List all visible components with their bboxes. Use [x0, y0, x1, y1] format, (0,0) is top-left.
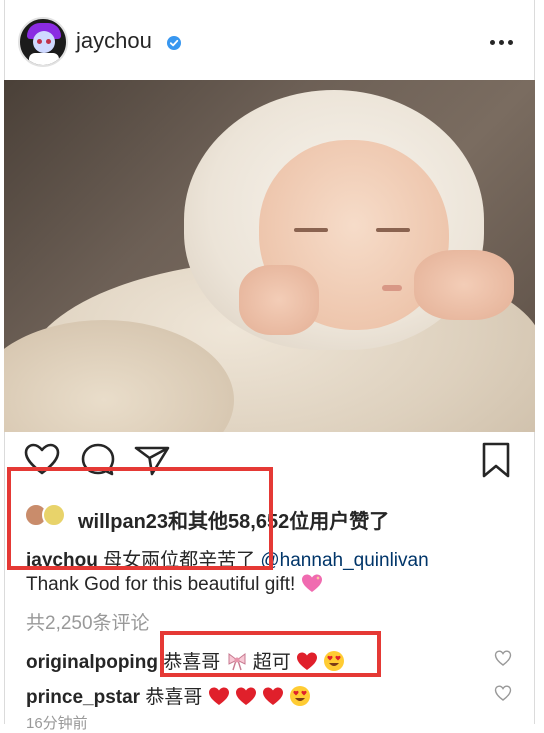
heart-eyes-emoji-icon: [324, 651, 345, 671]
comment-like-heart-icon[interactable]: [494, 684, 512, 702]
comment-text: 恭喜哥: [145, 687, 203, 708]
post-header: jaychou: [4, 0, 535, 84]
red-heart-icon: [263, 687, 284, 705]
more-options-icon[interactable]: [490, 40, 513, 45]
post-username[interactable]: jaychou: [76, 28, 152, 54]
likers-avatars[interactable]: [24, 503, 74, 529]
red-heart-icon: [208, 687, 229, 705]
caption-line-1: jaychou 母女兩位都辛苦了 @hannah_quinlivan: [26, 545, 429, 572]
comment-text-2: 超可: [252, 652, 291, 673]
share-icon[interactable]: [132, 440, 172, 480]
likes-text[interactable]: willpan23和其他58,652位用户赞了: [78, 505, 389, 534]
heart-icon[interactable]: [22, 440, 62, 480]
verified-badge-icon: [167, 36, 181, 50]
comment-text: 恭喜哥: [163, 652, 221, 673]
caption-text: 母女兩位都辛苦了: [103, 550, 256, 571]
comment-username[interactable]: prince_pstar: [26, 687, 140, 708]
bookmark-icon[interactable]: [476, 440, 516, 480]
comment-row: prince_pstar 恭喜哥: [26, 682, 311, 709]
comment-icon[interactable]: [78, 440, 118, 480]
red-heart-icon: [235, 687, 256, 705]
comment-row: originalpoping 恭喜哥 超可: [26, 647, 345, 674]
profile-avatar[interactable]: [18, 17, 68, 67]
post-photo[interactable]: [4, 80, 535, 432]
liker-avatar: [42, 503, 66, 527]
comment-like-heart-icon[interactable]: [494, 649, 512, 667]
red-heart-icon: [297, 652, 318, 670]
post-timestamp: 16分钟前: [26, 715, 88, 732]
comment-username[interactable]: originalpoping: [26, 652, 158, 673]
caption-line-2-text: Thank God for this beautiful gift!: [26, 574, 296, 595]
ribbon-emoji-icon: [228, 653, 246, 671]
view-all-comments[interactable]: 共2,250条评论: [26, 608, 150, 635]
action-bar: [4, 440, 535, 490]
sparkling-heart-icon: [301, 574, 322, 592]
caption-mention[interactable]: @hannah_quinlivan: [260, 550, 428, 571]
heart-eyes-emoji-icon: [290, 686, 311, 706]
caption-line-2: Thank God for this beautiful gift!: [26, 573, 323, 596]
caption-username[interactable]: jaychou: [26, 550, 98, 571]
